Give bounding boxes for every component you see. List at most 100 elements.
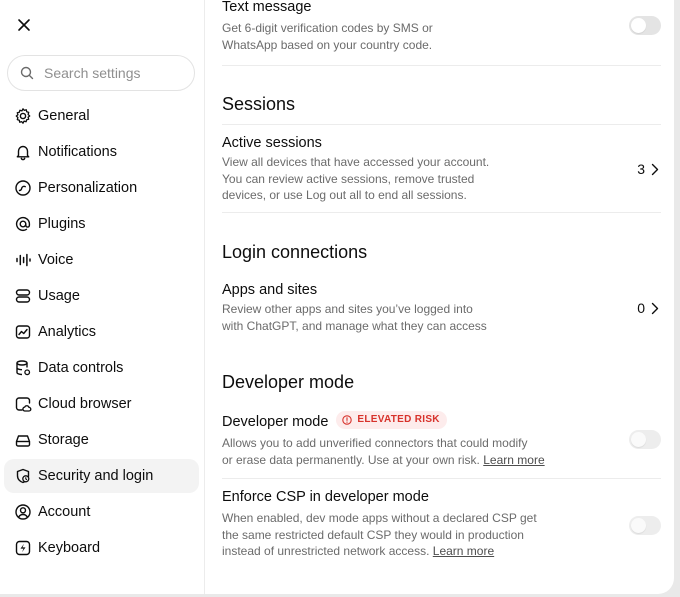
sidebar-item-label: General (38, 108, 90, 124)
text-message-description: Get 6-digit verification codes by SMS or… (222, 20, 661, 53)
analytics-icon (13, 322, 33, 342)
sidebar-item-label: Voice (38, 252, 74, 268)
active-sessions-description: View all devices that have accessed your… (222, 154, 661, 204)
divider (222, 212, 661, 213)
sessions-heading: Sessions (222, 94, 296, 114)
sidebar-item-label: Cloud browser (38, 396, 132, 412)
active-sessions-title: Active sessions (222, 135, 322, 151)
sidebar-item-label: Usage (38, 288, 80, 304)
apps-and-sites-link[interactable]: 0 (637, 300, 659, 316)
desc-line: with ChatGPT, and manage what they can a… (222, 318, 487, 333)
sidebar-item-label: Plugins (38, 216, 86, 232)
developer-mode-toggle[interactable] (629, 430, 661, 449)
developer-mode-heading: Developer mode (222, 372, 355, 392)
keyboard-icon (13, 538, 33, 558)
developer-mode-title: Developer mode (222, 414, 329, 430)
desc-line: When enabled, dev mode apps without a de… (222, 511, 537, 525)
usage-icon (13, 286, 33, 306)
sidebar-item-label: Security and login (38, 468, 154, 484)
enforce-csp-toggle[interactable] (629, 516, 661, 535)
sidebar-item-personalization[interactable]: Personalization (4, 171, 199, 205)
warning-icon (342, 415, 353, 425)
elevated-risk-badge: ELEVATED RISK (336, 411, 447, 429)
enforce-csp-title: Enforce CSP in developer mode (222, 489, 429, 505)
sidebar-item-usage[interactable]: Usage (4, 279, 199, 313)
apps-and-sites-title: Apps and sites (222, 282, 318, 298)
personalization-icon (13, 178, 33, 198)
apps-and-sites-count: 0 (637, 300, 645, 316)
toggle-knob (631, 432, 646, 447)
login-connections-heading: Login connections (222, 242, 368, 262)
sidebar-item-plugins[interactable]: Plugins (4, 207, 199, 241)
sidebar-item-voice[interactable]: Voice (4, 243, 199, 277)
sidebar-item-label: Storage (38, 432, 89, 448)
desc-text: or erase data permanently. Use at your o… (222, 452, 480, 467)
sidebar-item-label: Notifications (38, 144, 117, 160)
sidebar-item-label: Data controls (38, 360, 124, 376)
text-message-title: Text message (222, 0, 312, 15)
desc-line: Allows you to add unverified connectors … (222, 436, 528, 450)
enforce-csp-row: Enforce CSP in developer mode When enabl… (222, 488, 661, 560)
search-box[interactable] (7, 55, 195, 91)
desc-line: View all devices that have accessed your… (222, 155, 490, 169)
sidebar-item-label: Keyboard (38, 540, 101, 556)
desc-text: instead of unrestricted network access. (222, 544, 430, 558)
desc-line: Get 6-digit verification codes by SMS or (222, 21, 433, 35)
desc-line: WhatsApp based on your country code. (222, 37, 433, 52)
sidebar-item-general[interactable]: General (4, 99, 199, 133)
toggle-knob (631, 18, 646, 33)
account-icon (13, 502, 33, 522)
settings-dialog: General Notifications Personalization Pl… (0, 0, 674, 594)
desc-line: You can review active sessions, remove t… (222, 171, 475, 186)
learn-more-link[interactable]: Learn more (433, 544, 494, 558)
search-input[interactable] (44, 65, 184, 81)
divider (222, 65, 661, 66)
sidebar-item-label: Analytics (38, 324, 97, 340)
toggle-knob (631, 518, 646, 533)
sidebar-item-label: Account (38, 504, 91, 520)
sidebar-item-storage[interactable]: Storage (4, 423, 199, 457)
sidebar-item-data-controls[interactable]: Data controls (4, 351, 199, 385)
developer-mode-title-line: Developer mode ELEVATED RISK (222, 411, 661, 431)
database-icon (13, 358, 33, 378)
desc-line: instead of unrestricted network access. … (222, 543, 661, 560)
search-icon (20, 66, 34, 80)
text-message-toggle[interactable] (629, 16, 661, 35)
sidebar-item-analytics[interactable]: Analytics (4, 315, 199, 349)
apps-and-sites-description: Review other apps and sites you’ve logge… (222, 301, 661, 334)
storage-icon (13, 430, 33, 450)
sidebar-item-cloud-browser[interactable]: Cloud browser (4, 387, 199, 421)
sidebar-item-keyboard[interactable]: Keyboard (4, 531, 199, 565)
active-sessions-count: 3 (637, 161, 645, 177)
close-button[interactable] (12, 13, 36, 37)
settings-sidebar: General Notifications Personalization Pl… (0, 0, 205, 594)
text-message-row: Text message Get 6-digit verification co… (222, 0, 661, 53)
chevron-right-icon (651, 163, 659, 175)
enforce-csp-description: When enabled, dev mode apps without a de… (222, 510, 661, 560)
gear-icon (13, 106, 33, 126)
chevron-right-icon (651, 302, 659, 314)
apps-and-sites-row[interactable]: Apps and sites Review other apps and sit… (222, 281, 661, 334)
learn-more-link[interactable]: Learn more (483, 453, 544, 467)
desc-line: the same restricted default CSP they wou… (222, 527, 524, 542)
security-icon (13, 466, 33, 486)
sidebar-item-security-and-login[interactable]: Security and login (4, 459, 199, 493)
desc-line: or erase data permanently. Use at your o… (222, 452, 661, 469)
sidebar-item-notifications[interactable]: Notifications (4, 135, 199, 169)
bell-icon (13, 142, 33, 162)
at-sign-icon (13, 214, 33, 234)
waveform-icon (13, 250, 33, 270)
sidebar-item-account[interactable]: Account (4, 495, 199, 529)
desc-line: Review other apps and sites you’ve logge… (222, 302, 473, 316)
developer-mode-description: Allows you to add unverified connectors … (222, 435, 661, 468)
active-sessions-link[interactable]: 3 (637, 161, 659, 177)
divider (222, 478, 661, 479)
desc-line: devices, or use Log out all to end all s… (222, 188, 467, 202)
active-sessions-row[interactable]: Active sessions View all devices that ha… (222, 134, 661, 204)
cloud-browser-icon (13, 394, 33, 414)
sidebar-item-label: Personalization (38, 180, 138, 196)
close-icon (18, 19, 30, 31)
badge-label: ELEVATED RISK (357, 414, 440, 425)
sidebar-nav: General Notifications Personalization Pl… (4, 99, 199, 567)
divider (222, 124, 661, 125)
